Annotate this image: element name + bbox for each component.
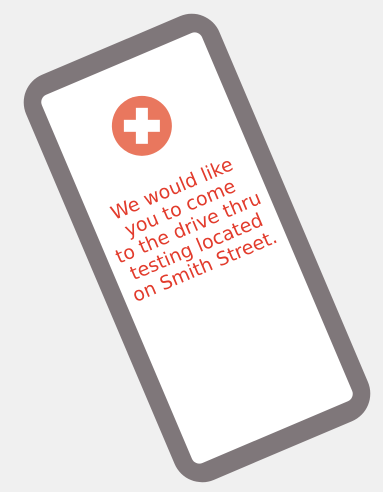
- notification-message: We would like you to come to the drive t…: [90, 147, 288, 310]
- phone-frame: We would like you to come to the drive t…: [14, 4, 380, 492]
- medical-cross-icon: [111, 95, 172, 156]
- cross-horizontal-bar: [123, 119, 160, 132]
- illustration: We would like you to come to the drive t…: [0, 0, 383, 492]
- phone-screen: We would like you to come to the drive t…: [38, 29, 356, 467]
